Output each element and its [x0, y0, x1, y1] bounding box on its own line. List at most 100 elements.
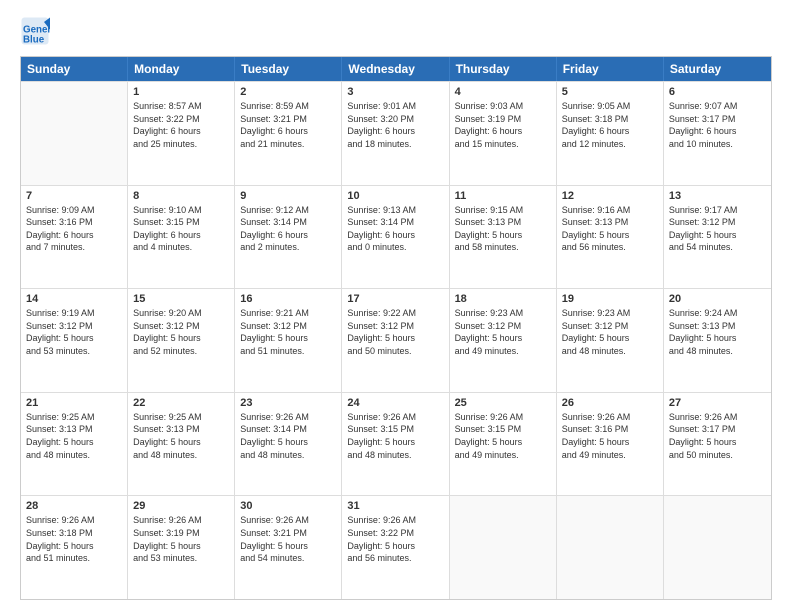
day-details: Sunrise: 9:12 AM Sunset: 3:14 PM Dayligh…	[240, 204, 336, 254]
day-details: Sunrise: 9:22 AM Sunset: 3:12 PM Dayligh…	[347, 307, 443, 357]
day-number: 29	[133, 500, 229, 512]
day-details: Sunrise: 9:03 AM Sunset: 3:19 PM Dayligh…	[455, 100, 551, 150]
calendar-day-24: 24 Sunrise: 9:26 AM Sunset: 3:15 PM Dayli…	[342, 393, 449, 496]
weekday-header-thursday: Thursday	[450, 57, 557, 81]
day-number: 6	[669, 86, 766, 98]
day-number: 1	[133, 86, 229, 98]
day-number: 24	[347, 397, 443, 409]
calendar-day-27: 27Sunrise: 9:26 AM Sunset: 3:17 PM Dayli…	[664, 393, 771, 496]
day-number: 18	[455, 293, 551, 305]
day-details: Sunrise: 9:26 AM Sunset: 3:16 PM Dayligh…	[562, 411, 658, 461]
day-details: Sunrise: 9:19 AM Sunset: 3:12 PM Dayligh…	[26, 307, 122, 357]
weekday-header-friday: Friday	[557, 57, 664, 81]
day-details: Sunrise: 8:57 AM Sunset: 3:22 PM Dayligh…	[133, 100, 229, 150]
calendar-empty-cell	[664, 496, 771, 599]
day-number: 10	[347, 190, 443, 202]
calendar-day-13: 13 Sunrise: 9:17 AM Sunset: 3:12 PM Dayli…	[664, 186, 771, 289]
day-number: 4	[455, 86, 551, 98]
day-number: 21	[26, 397, 122, 409]
calendar-day-31: 31 Sunrise: 9:26 AM Sunset: 3:22 PM Dayli…	[342, 496, 449, 599]
day-details: Sunrise: 9:07 AM Sunset: 3:17 PM Dayligh…	[669, 100, 766, 150]
calendar-row-4: 28 Sunrise: 9:26 AM Sunset: 3:18 PM Dayli…	[21, 495, 771, 599]
weekday-header-tuesday: Tuesday	[235, 57, 342, 81]
calendar-day-23: 23 Sunrise: 9:26 AM Sunset: 3:14 PM Dayli…	[235, 393, 342, 496]
calendar-day-15: 15 Sunrise: 9:20 AM Sunset: 3:12 PM Dayli…	[128, 289, 235, 392]
day-details: Sunrise: 9:23 AM Sunset: 3:12 PM Dayligh…	[455, 307, 551, 357]
day-details: Sunrise: 9:26 AM Sunset: 3:22 PM Dayligh…	[347, 514, 443, 564]
calendar-body: 1 Sunrise: 8:57 AM Sunset: 3:22 PM Daylig…	[21, 81, 771, 599]
day-number: 27	[669, 397, 766, 409]
day-number: 14	[26, 293, 122, 305]
day-number: 16	[240, 293, 336, 305]
calendar-row-3: 21 Sunrise: 9:25 AM Sunset: 3:13 PM Dayli…	[21, 392, 771, 496]
calendar-day-25: 25 Sunrise: 9:26 AM Sunset: 3:15 PM Dayli…	[450, 393, 557, 496]
calendar-day-4: 4 Sunrise: 9:03 AM Sunset: 3:19 PM Daylig…	[450, 82, 557, 185]
day-number: 3	[347, 86, 443, 98]
day-number: 9	[240, 190, 336, 202]
day-number: 2	[240, 86, 336, 98]
calendar-day-6: 6 Sunrise: 9:07 AM Sunset: 3:17 PM Daylig…	[664, 82, 771, 185]
day-details: Sunrise: 9:26 AM Sunset: 3:21 PM Dayligh…	[240, 514, 336, 564]
calendar-day-10: 10 Sunrise: 9:13 AM Sunset: 3:14 PM Dayli…	[342, 186, 449, 289]
day-number: 7	[26, 190, 122, 202]
logo-icon: General Blue	[20, 16, 50, 46]
day-details: Sunrise: 9:26 AM Sunset: 3:15 PM Dayligh…	[455, 411, 551, 461]
day-number: 23	[240, 397, 336, 409]
calendar-empty-cell	[557, 496, 664, 599]
calendar-day-12: 12Sunrise: 9:16 AM Sunset: 3:13 PM Dayli…	[557, 186, 664, 289]
day-details: Sunrise: 9:21 AM Sunset: 3:12 PM Dayligh…	[240, 307, 336, 357]
calendar-day-1: 1 Sunrise: 8:57 AM Sunset: 3:22 PM Daylig…	[128, 82, 235, 185]
day-details: Sunrise: 9:26 AM Sunset: 3:14 PM Dayligh…	[240, 411, 336, 461]
calendar-day-20: 20 Sunrise: 9:24 AM Sunset: 3:13 PM Dayli…	[664, 289, 771, 392]
calendar-empty-cell	[21, 82, 128, 185]
calendar-day-26: 26Sunrise: 9:26 AM Sunset: 3:16 PM Dayli…	[557, 393, 664, 496]
day-details: Sunrise: 9:23 AM Sunset: 3:12 PM Dayligh…	[562, 307, 658, 357]
calendar-day-21: 21 Sunrise: 9:25 AM Sunset: 3:13 PM Dayli…	[21, 393, 128, 496]
day-number: 28	[26, 500, 122, 512]
day-number: 31	[347, 500, 443, 512]
day-number: 19	[562, 293, 658, 305]
page: General Blue SundayMondayTuesdayWednesda…	[0, 0, 792, 612]
calendar-day-28: 28 Sunrise: 9:26 AM Sunset: 3:18 PM Dayli…	[21, 496, 128, 599]
calendar-empty-cell	[450, 496, 557, 599]
svg-text:Blue: Blue	[23, 34, 45, 45]
calendar-day-9: 9 Sunrise: 9:12 AM Sunset: 3:14 PM Daylig…	[235, 186, 342, 289]
calendar-day-30: 30 Sunrise: 9:26 AM Sunset: 3:21 PM Dayli…	[235, 496, 342, 599]
calendar-day-11: 11Sunrise: 9:15 AM Sunset: 3:13 PM Dayli…	[450, 186, 557, 289]
day-details: Sunrise: 9:26 AM Sunset: 3:15 PM Dayligh…	[347, 411, 443, 461]
day-details: Sunrise: 9:25 AM Sunset: 3:13 PM Dayligh…	[26, 411, 122, 461]
day-number: 25	[455, 397, 551, 409]
day-number: 30	[240, 500, 336, 512]
weekday-header-wednesday: Wednesday	[342, 57, 449, 81]
calendar-day-14: 14 Sunrise: 9:19 AM Sunset: 3:12 PM Dayli…	[21, 289, 128, 392]
day-details: Sunrise: 9:25 AM Sunset: 3:13 PM Dayligh…	[133, 411, 229, 461]
day-number: 15	[133, 293, 229, 305]
day-number: 8	[133, 190, 229, 202]
day-details: Sunrise: 9:24 AM Sunset: 3:13 PM Dayligh…	[669, 307, 766, 357]
day-details: Sunrise: 9:20 AM Sunset: 3:12 PM Dayligh…	[133, 307, 229, 357]
day-details: Sunrise: 9:16 AM Sunset: 3:13 PM Dayligh…	[562, 204, 658, 254]
day-details: Sunrise: 9:01 AM Sunset: 3:20 PM Dayligh…	[347, 100, 443, 150]
calendar-day-16: 16 Sunrise: 9:21 AM Sunset: 3:12 PM Dayli…	[235, 289, 342, 392]
day-number: 13	[669, 190, 766, 202]
header: General Blue	[20, 16, 772, 46]
calendar-row-1: 7 Sunrise: 9:09 AM Sunset: 3:16 PM Daylig…	[21, 185, 771, 289]
calendar-day-8: 8 Sunrise: 9:10 AM Sunset: 3:15 PM Daylig…	[128, 186, 235, 289]
weekday-header-sunday: Sunday	[21, 57, 128, 81]
calendar-day-3: 3 Sunrise: 9:01 AM Sunset: 3:20 PM Daylig…	[342, 82, 449, 185]
day-details: Sunrise: 8:59 AM Sunset: 3:21 PM Dayligh…	[240, 100, 336, 150]
calendar-day-2: 2 Sunrise: 8:59 AM Sunset: 3:21 PM Daylig…	[235, 82, 342, 185]
day-number: 5	[562, 86, 658, 98]
day-number: 20	[669, 293, 766, 305]
calendar-day-18: 18 Sunrise: 9:23 AM Sunset: 3:12 PM Dayli…	[450, 289, 557, 392]
day-details: Sunrise: 9:13 AM Sunset: 3:14 PM Dayligh…	[347, 204, 443, 254]
day-details: Sunrise: 9:09 AM Sunset: 3:16 PM Dayligh…	[26, 204, 122, 254]
day-number: 22	[133, 397, 229, 409]
calendar-row-0: 1 Sunrise: 8:57 AM Sunset: 3:22 PM Daylig…	[21, 81, 771, 185]
weekday-header-monday: Monday	[128, 57, 235, 81]
day-details: Sunrise: 9:10 AM Sunset: 3:15 PM Dayligh…	[133, 204, 229, 254]
day-details: Sunrise: 9:17 AM Sunset: 3:12 PM Dayligh…	[669, 204, 766, 254]
day-details: Sunrise: 9:26 AM Sunset: 3:19 PM Dayligh…	[133, 514, 229, 564]
day-details: Sunrise: 9:15 AM Sunset: 3:13 PM Dayligh…	[455, 204, 551, 254]
day-details: Sunrise: 9:26 AM Sunset: 3:18 PM Dayligh…	[26, 514, 122, 564]
